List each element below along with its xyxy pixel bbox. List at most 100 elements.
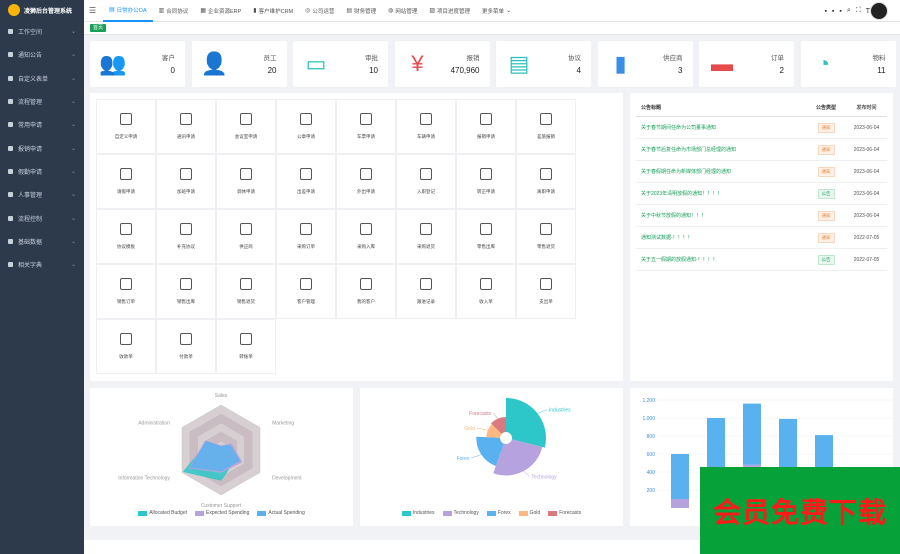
app-shortcut[interactable]: 自定义申请	[96, 99, 156, 154]
app-shortcut[interactable]: 供应商	[216, 209, 276, 264]
nav-item[interactable]: ◍ 网站管理	[382, 0, 423, 22]
app-shortcut[interactable]: 报销申请	[456, 99, 516, 154]
stat-card[interactable]: ▭ 审批 10	[293, 41, 388, 87]
app-shortcut[interactable]: 采购订单	[276, 209, 336, 264]
legend-item[interactable]: Actual Spending	[257, 510, 305, 516]
app-shortcut[interactable]: 采购退货	[396, 209, 456, 264]
app-shortcut[interactable]: 补充协议	[156, 209, 216, 264]
notice-title[interactable]: 关于春节期间任命为公司董事通知	[636, 124, 806, 131]
notice-title[interactable]: 通知测试数据-！！！！	[636, 234, 806, 241]
notice-title[interactable]: 关于2023年清明放假的通知！！！！	[636, 190, 806, 197]
stat-card[interactable]: ¥ 报销 470,960	[394, 41, 490, 87]
app-shortcut[interactable]: 零售退货	[516, 209, 576, 264]
sidebar-item[interactable]: 相关字典 ⌄	[0, 253, 84, 276]
app-shortcut[interactable]: 收入单	[456, 264, 516, 319]
app-shortcut[interactable]: 出差申请	[276, 154, 336, 209]
sidebar-item[interactable]: 流程控制 ⌄	[0, 206, 84, 229]
app-shortcut[interactable]: 会议室申请	[216, 99, 276, 154]
avatar[interactable]	[870, 2, 888, 20]
document-icon[interactable]: ▪	[832, 8, 834, 15]
app-label: 我的客户	[357, 299, 375, 304]
app-shortcut[interactable]: 通讯申请	[156, 99, 216, 154]
sidebar-item[interactable]: 流程管理 ⌄	[0, 90, 84, 113]
search-icon[interactable]: ⌕	[847, 7, 851, 15]
bar-segment[interactable]	[743, 403, 761, 465]
app-shortcut[interactable]: 加班申请	[156, 154, 216, 209]
app-logo[interactable]: 凌狮后台管理系统	[0, 0, 84, 20]
legend-item[interactable]: Industries	[401, 510, 435, 516]
fullscreen-icon[interactable]: ⛶	[856, 7, 861, 15]
app-shortcut[interactable]: 支出单	[516, 264, 576, 319]
notice-title[interactable]: 关于中秋节放假的通知！！！	[636, 212, 806, 219]
nav-item[interactable]: ▥ 合同协议	[153, 0, 195, 22]
table-row[interactable]: 关于春假期任命为新媒体部门经理的通知 通知 2023-06-04	[636, 161, 887, 183]
nav-item[interactable]: ▨ 项目进度管理	[423, 0, 476, 22]
nav-item[interactable]: ▦ 企业资源ERP	[194, 0, 247, 22]
notice-title[interactable]: 关于春节后复任命为市场部门总经理的通知	[636, 146, 806, 153]
legend-item[interactable]: Allocated Budget	[138, 510, 187, 516]
sidebar-item[interactable]: 自定义表单 ⌄	[0, 67, 84, 90]
app-shortcut[interactable]: 请假申请	[96, 154, 156, 209]
nav-item[interactable]: ▮ 客户维护CRM	[247, 0, 299, 22]
app-shortcut[interactable]: 车票申请	[336, 99, 396, 154]
nav-item[interactable]: ▤ 财务管理	[340, 0, 382, 22]
app-shortcut[interactable]: 付款单	[156, 319, 216, 374]
stat-card[interactable]: 👤 员工 20	[191, 41, 287, 87]
app-shortcut[interactable]: 客户管理	[276, 264, 336, 319]
save-icon[interactable]: ▪	[824, 8, 826, 15]
table-row[interactable]: 关于2023年清明放假的通知！！！！ 公告 2023-06-04	[636, 183, 887, 205]
sidebar-item[interactable]: 工作空间 ⌄	[0, 20, 84, 43]
app-shortcut[interactable]: 调休申请	[216, 154, 276, 209]
legend-item[interactable]: Expected Spending	[195, 510, 249, 516]
app-shortcut[interactable]: 入职登记	[396, 154, 456, 209]
app-shortcut[interactable]: 外出申请	[336, 154, 396, 209]
table-row[interactable]: 关于中秋节放假的通知！！！ 通知 2023-06-04	[636, 205, 887, 227]
sidebar-item[interactable]: 报销申请 ⌄	[0, 136, 84, 159]
stat-card[interactable]: ▤ 协议 4	[496, 41, 591, 87]
table-row[interactable]: 关于春节后复任命为市场部门总经理的通知 通知 2023-06-04	[636, 139, 887, 161]
sidebar-item[interactable]: 人事管理 ⌄	[0, 183, 84, 206]
table-row[interactable]: 关于春节期间任命为公司董事通知 通知 2023-06-04	[636, 117, 887, 139]
menu-icon	[8, 262, 13, 268]
app-shortcut[interactable]: 公章申请	[276, 99, 336, 154]
app-shortcut[interactable]: 差旅报销	[516, 99, 576, 154]
sidebar-item[interactable]: 基础数据 ⌄	[0, 230, 84, 253]
stat-card[interactable]: ▮ 供应商 3	[597, 41, 693, 87]
app-shortcut[interactable]: 转正申请	[456, 154, 516, 209]
app-shortcut[interactable]: 零售出库	[456, 209, 516, 264]
legend-item[interactable]: Forecasts	[548, 510, 581, 516]
app-shortcut[interactable]: 协议模板	[96, 209, 156, 264]
app-shortcut[interactable]: 收款单	[96, 319, 156, 374]
app-shortcut[interactable]: 销售退货	[216, 264, 276, 319]
menu-toggle-icon[interactable]: ☰	[89, 6, 103, 15]
stat-card[interactable]: ▬ 订单 2	[699, 41, 794, 87]
table-row[interactable]: 通知测试数据-！！！！ 通知 2022-07-05	[636, 227, 887, 249]
notice-title[interactable]: 关于五一假期的放假通知-！！！！	[636, 256, 806, 263]
notice-title[interactable]: 关于春假期任命为新媒体部门经理的通知	[636, 168, 806, 175]
tab-home[interactable]: 首页	[90, 24, 107, 32]
stat-card[interactable]: ◔ 物料 11	[800, 41, 896, 87]
legend-item[interactable]: Technology	[442, 510, 479, 516]
nav-item[interactable]: 更多菜单 ⌄	[476, 0, 517, 22]
app-shortcut[interactable]: 销售订单	[96, 264, 156, 319]
nav-item[interactable]: ▤ 日常办公OA	[103, 0, 153, 22]
legend-item[interactable]: Forex	[486, 510, 511, 516]
legend-item[interactable]: Gold	[518, 510, 540, 516]
app-shortcut[interactable]: 采购入库	[336, 209, 396, 264]
table-row[interactable]: 关于五一假期的放假通知-！！！！ 公告 2022-07-05	[636, 249, 887, 271]
app-shortcut[interactable]: 跟进记录	[396, 264, 456, 319]
app-shortcut[interactable]: 销售出库	[156, 264, 216, 319]
stat-value: 470,960	[450, 66, 480, 75]
sidebar-item[interactable]: 常用申请 ⌄	[0, 113, 84, 136]
bar-segment[interactable]	[671, 454, 689, 499]
nav-item[interactable]: ◎ 公司运营	[299, 0, 340, 22]
app-shortcut[interactable]: 我的客户	[336, 264, 396, 319]
bar-segment[interactable]	[671, 499, 689, 508]
sidebar-item[interactable]: 通知公告 ⌄	[0, 43, 84, 66]
app-shortcut[interactable]: 离职申请	[516, 154, 576, 209]
app-shortcut[interactable]: 转账单	[216, 319, 276, 374]
app-shortcut[interactable]: 车辆申请	[396, 99, 456, 154]
stat-card[interactable]: 👥 客户 0	[90, 41, 185, 87]
download-icon[interactable]: ▪	[839, 8, 841, 15]
sidebar-item[interactable]: 假勤申请 ⌄	[0, 160, 84, 183]
